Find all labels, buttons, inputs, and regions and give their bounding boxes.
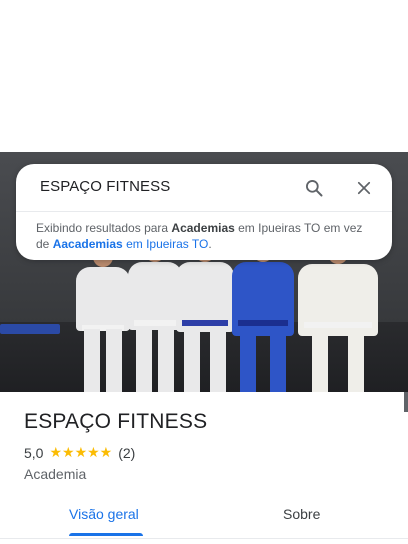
place-info-panel: ESPAÇO FITNESS 5,0 ★★★★★ (2) Academia Vi… [0, 392, 408, 544]
person-figure [298, 240, 378, 392]
scrollbar[interactable] [404, 392, 408, 412]
tab-overview[interactable]: Visão geral [69, 506, 139, 522]
person-figure [232, 238, 294, 392]
rating-row[interactable]: 5,0 ★★★★★ (2) [24, 444, 135, 461]
active-tab-indicator [69, 533, 143, 536]
person-figure [128, 238, 182, 392]
search-card: ESPAÇO FITNESS Exibindo resultados para … [16, 164, 392, 260]
search-icon[interactable] [300, 174, 328, 202]
rating-stars: ★★★★★ [49, 444, 113, 460]
search-input[interactable]: ESPAÇO FITNESS [40, 178, 170, 195]
notice-text: Exibindo resultados para [36, 221, 172, 235]
original-query-link[interactable]: Aacademias em Ipueiras TO [53, 237, 209, 251]
tab-bar: Visão geral Sobre [0, 496, 408, 536]
search-correction-notice: Exibindo resultados para Academias em Ip… [36, 220, 376, 252]
person-figure [76, 243, 130, 392]
top-blank-area [0, 0, 408, 152]
rating-value: 5,0 [24, 444, 44, 461]
place-title: ESPAÇO FITNESS [24, 410, 208, 433]
notice-text: . [208, 237, 212, 251]
tab-about[interactable]: Sobre [283, 506, 320, 522]
review-count[interactable]: (2) [118, 445, 135, 461]
person-figure [176, 238, 234, 392]
photo-mat [0, 324, 60, 334]
search-bar[interactable]: ESPAÇO FITNESS [16, 164, 392, 212]
notice-query-used: Academias [171, 221, 235, 235]
tab-divider [0, 538, 408, 539]
close-icon[interactable] [350, 174, 378, 202]
place-category[interactable]: Academia [24, 466, 86, 482]
